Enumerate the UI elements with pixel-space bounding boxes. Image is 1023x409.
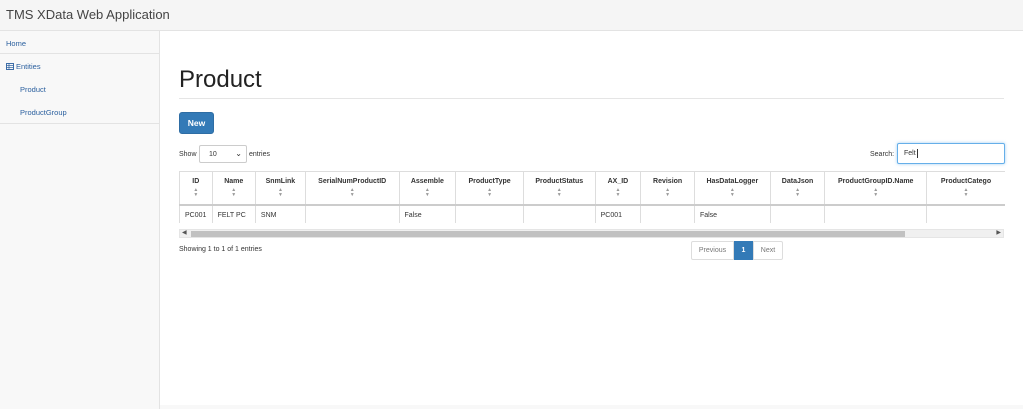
sort-icon: ▲ ▼ bbox=[615, 186, 621, 198]
sidebar-item-product[interactable]: Product bbox=[20, 85, 46, 94]
column-header[interactable]: ProductCatego ▲ ▼ bbox=[926, 171, 1005, 206]
table-icon bbox=[6, 63, 14, 70]
sort-icon: ▲ ▼ bbox=[873, 186, 879, 198]
sort-icon: ▲ ▼ bbox=[963, 186, 969, 198]
sort-icon: ▲ ▼ bbox=[729, 186, 735, 198]
table-cell bbox=[455, 204, 524, 223]
column-header[interactable]: Assemble ▲ ▼ bbox=[398, 171, 456, 206]
table-cell bbox=[926, 204, 1005, 223]
chevron-down-icon: ⌄ bbox=[235, 149, 242, 158]
sidebar-item-home[interactable]: Home bbox=[6, 39, 26, 48]
scroll-right-icon[interactable]: ▶ bbox=[996, 229, 1001, 236]
title-divider bbox=[179, 98, 1004, 99]
previous-page-button[interactable]: Previous bbox=[691, 241, 734, 260]
app-title[interactable]: TMS XData Web Application bbox=[6, 7, 170, 22]
table-header-row: ID ▲ ▼ Name ▲ ▼ SnmLink ▲ ▼ SerialNumProductID… bbox=[179, 171, 1005, 206]
column-header[interactable]: HasDataLogger ▲ ▼ bbox=[693, 171, 771, 206]
sort-icon: ▲ ▼ bbox=[349, 186, 355, 198]
sort-icon: ▲ ▼ bbox=[665, 186, 671, 198]
column-header[interactable]: ProductType ▲ ▼ bbox=[455, 171, 524, 206]
horizontal-scrollbar[interactable]: ◀ ▶ bbox=[179, 229, 1004, 238]
column-header[interactable]: ProductStatus ▲ ▼ bbox=[522, 171, 596, 206]
page-1-button[interactable]: 1 bbox=[734, 241, 753, 260]
column-header[interactable]: ID ▲ ▼ bbox=[179, 171, 213, 206]
page-title: Product bbox=[179, 66, 262, 93]
page-length-value: 10 bbox=[209, 150, 217, 158]
table-cell: FELT PC bbox=[211, 204, 256, 223]
sort-icon: ▲ ▼ bbox=[556, 186, 562, 198]
search-label: Search: bbox=[870, 151, 895, 158]
sidebar-item-entities-label: Entities bbox=[16, 62, 41, 71]
scrollbar-thumb[interactable] bbox=[191, 231, 905, 237]
table-row[interactable]: PC001 FELT PC SNM False PC001 False bbox=[179, 204, 1005, 223]
column-header[interactable]: AX_ID ▲ ▼ bbox=[594, 171, 641, 206]
sidebar-item-entities[interactable]: Entities bbox=[6, 62, 41, 71]
sidebar-divider bbox=[0, 53, 159, 54]
show-label: Show bbox=[179, 151, 197, 158]
page-length-select[interactable]: 10 ⌄ bbox=[199, 145, 247, 163]
product-table: ID ▲ ▼ Name ▲ ▼ SnmLink ▲ ▼ SerialNumProductID… bbox=[179, 171, 1005, 223]
main-content: Product New Show 10 ⌄ entries Search: Fe… bbox=[160, 31, 1023, 405]
search-input-value: Felt bbox=[904, 150, 916, 157]
table-cell: PC001 bbox=[179, 204, 213, 223]
scroll-left-icon[interactable]: ◀ bbox=[182, 229, 187, 236]
table-cell: False bbox=[398, 204, 456, 223]
new-button[interactable]: New bbox=[179, 112, 214, 134]
sort-icon: ▲ ▼ bbox=[277, 186, 283, 198]
table-cell bbox=[522, 204, 596, 223]
table-info: Showing 1 to 1 of 1 entries bbox=[179, 246, 262, 253]
column-header[interactable]: Revision ▲ ▼ bbox=[640, 171, 695, 206]
table-cell bbox=[824, 204, 927, 223]
sort-icon: ▲ ▼ bbox=[795, 186, 801, 198]
sidebar-item-productgroup[interactable]: ProductGroup bbox=[20, 108, 67, 117]
column-header[interactable]: DataJson ▲ ▼ bbox=[769, 171, 825, 206]
table-cell bbox=[640, 204, 695, 223]
sort-icon: ▲ ▼ bbox=[193, 186, 199, 198]
table-cell: False bbox=[693, 204, 771, 223]
table-cell: SNM bbox=[254, 204, 306, 223]
column-header[interactable]: SnmLink ▲ ▼ bbox=[254, 171, 306, 206]
sidebar-divider bbox=[0, 123, 159, 124]
product-table-container: ID ▲ ▼ Name ▲ ▼ SnmLink ▲ ▼ SerialNumProductID… bbox=[179, 171, 1005, 223]
sort-icon: ▲ ▼ bbox=[424, 186, 430, 198]
sort-icon: ▲ ▼ bbox=[231, 186, 237, 198]
column-header[interactable]: Name ▲ ▼ bbox=[211, 171, 256, 206]
sort-icon: ▲ ▼ bbox=[487, 186, 493, 198]
entries-label: entries bbox=[249, 151, 271, 158]
text-caret bbox=[916, 149, 918, 158]
sidebar: Home Entities Product ProductGroup bbox=[0, 31, 160, 409]
search-input[interactable]: Felt bbox=[897, 143, 1005, 164]
column-header[interactable]: SerialNumProductID ▲ ▼ bbox=[304, 171, 400, 206]
table-cell bbox=[304, 204, 400, 223]
table-cell: PC001 bbox=[594, 204, 641, 223]
column-header[interactable]: ProductGroupID.Name ▲ ▼ bbox=[824, 171, 927, 206]
top-navbar: TMS XData Web Application bbox=[0, 0, 1023, 31]
next-page-button[interactable]: Next bbox=[753, 241, 783, 260]
table-cell bbox=[769, 204, 825, 223]
